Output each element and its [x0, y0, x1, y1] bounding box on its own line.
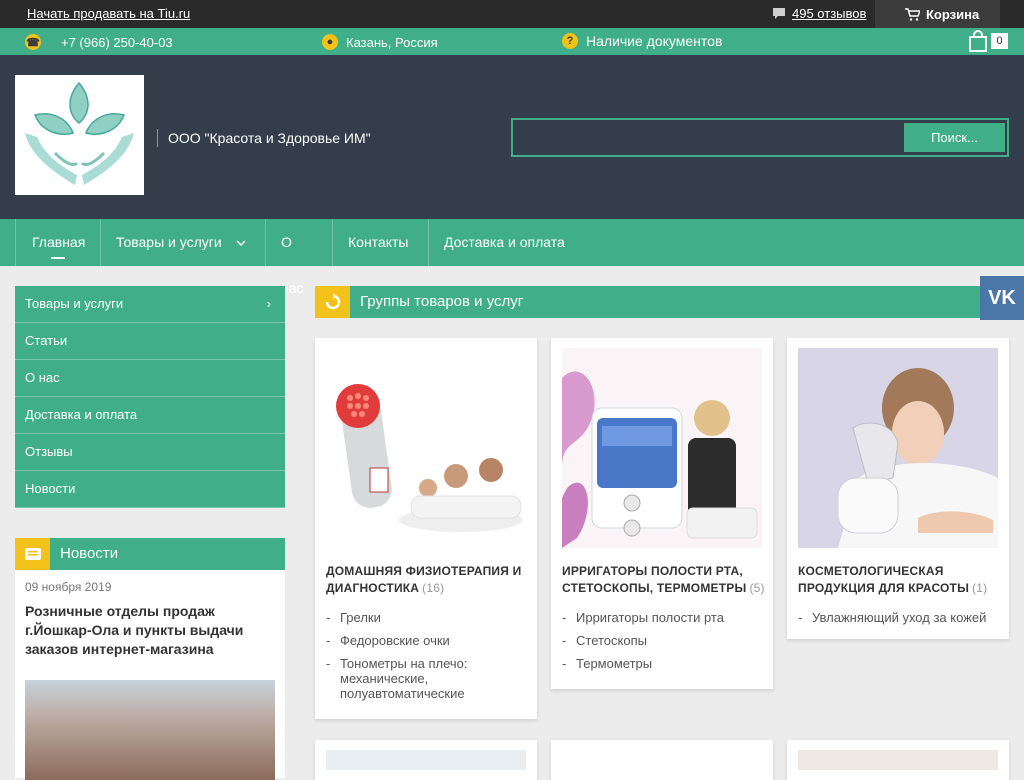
- documents-item[interactable]: ? Наличие документов: [562, 33, 722, 49]
- product-group-card[interactable]: [315, 740, 537, 780]
- company-logo[interactable]: [15, 75, 144, 195]
- vk-social-button[interactable]: VK: [980, 276, 1024, 320]
- product-group-image[interactable]: [798, 348, 998, 548]
- product-groups-header: Группы товаров и услуг: [315, 286, 980, 318]
- chevron-down-icon: [236, 240, 246, 247]
- nav-label-delivery: Доставка и оплата: [444, 234, 565, 250]
- product-group-card[interactable]: [551, 740, 773, 780]
- nav-label-products: Товары и услуги: [116, 234, 222, 250]
- location-icon: ●: [322, 34, 338, 50]
- question-icon: ?: [562, 33, 578, 49]
- sidebar-item-products[interactable]: Товары и услуги ›: [15, 286, 285, 323]
- newspaper-icon: [15, 538, 50, 570]
- subgroup-link[interactable]: Грелки: [326, 610, 526, 625]
- subgroup-link[interactable]: Федоровские очки: [326, 633, 526, 648]
- news-widget: Новости 09 ноября 2019 Розничные отделы …: [15, 538, 285, 780]
- nav-item-about[interactable]: О нас: [265, 219, 333, 296]
- product-group-title-link[interactable]: Домашняя физиотерапия и диагностика (16): [326, 563, 531, 597]
- vk-icon: VK: [988, 286, 1016, 309]
- product-group-image[interactable]: [562, 348, 762, 548]
- sidebar-item-label: Доставка и оплата: [25, 407, 138, 422]
- subgroup-list: Ирригаторы полости рта Стетоскопы Термом…: [562, 610, 762, 679]
- subgroup-list: Грелки Федоровские очки Тонометры на пле…: [326, 610, 526, 709]
- cart-label: Корзина: [926, 6, 980, 22]
- reviews-link[interactable]: 495 отзывов: [772, 6, 866, 21]
- nav-item-products[interactable]: Товары и услуги: [100, 219, 266, 266]
- arrow-circle-icon: [315, 286, 350, 318]
- product-group-image[interactable]: [326, 750, 526, 770]
- phone-number: +7 (966) 250-40-03: [61, 34, 173, 50]
- product-group-card[interactable]: Домашняя физиотерапия и диагностика (16) …: [315, 338, 537, 719]
- group-count: (1): [972, 581, 988, 595]
- group-title-text: Ирригаторы полости рта, стетоскопы, терм…: [562, 564, 747, 595]
- cart-count-badge: 0: [991, 33, 1008, 49]
- sidebar-item-news[interactable]: Новости: [15, 471, 285, 508]
- comment-icon: [773, 7, 785, 19]
- main-nav: Главная Товары и услуги О нас Контакты Д…: [0, 219, 1024, 296]
- cart-icon: [905, 7, 920, 21]
- group-count: (16): [422, 581, 445, 595]
- sidebar-item-reviews[interactable]: Отзывы: [15, 434, 285, 471]
- nav-item-contacts[interactable]: Контакты: [332, 219, 429, 266]
- shopping-bag-icon[interactable]: [968, 30, 988, 52]
- start-selling-link[interactable]: Начать продавать на Tiu.ru: [27, 6, 190, 21]
- subgroup-link[interactable]: Стетоскопы: [562, 633, 762, 648]
- site-header: ООО "Красота и Здоровье ИМ" Поиск...: [0, 55, 1024, 219]
- product-group-image[interactable]: [326, 348, 526, 548]
- cart-button[interactable]: Корзина: [875, 0, 1000, 28]
- documents-label: Наличие документов: [586, 33, 723, 49]
- nav-label-contacts: Контакты: [348, 234, 409, 250]
- city-label: Казань, Россия: [346, 34, 438, 50]
- news-date: 09 ноября 2019: [25, 580, 112, 594]
- info-bar: ☎ +7 (966) 250-40-03 ● Казань, Россия ? …: [0, 28, 1024, 55]
- subgroup-link[interactable]: Ирригаторы полости рта: [562, 610, 762, 625]
- hands-leaves-logo-icon: [25, 81, 134, 185]
- company-name[interactable]: ООО "Красота и Здоровье ИМ": [157, 129, 371, 147]
- product-group-title-link[interactable]: Косметологическая продукция для красоты(…: [798, 563, 1003, 597]
- search-form: Поиск...: [511, 118, 1009, 157]
- news-header: Новости: [15, 538, 285, 570]
- product-group-card[interactable]: Ирригаторы полости рта, стетоскопы, терм…: [551, 338, 773, 689]
- sidebar-item-articles[interactable]: Статьи: [15, 323, 285, 360]
- sidebar-item-delivery[interactable]: Доставка и оплата: [15, 397, 285, 434]
- sidebar-menu: Товары и услуги › Статьи О нас Доставка …: [15, 286, 285, 508]
- sidebar-item-label: Статьи: [25, 333, 68, 348]
- sidebar-item-label: Товары и услуги: [25, 296, 124, 311]
- subgroup-link[interactable]: Тонометры на плечо: механические, полуав…: [326, 656, 526, 701]
- news-header-label: Новости: [60, 545, 119, 562]
- product-group-image[interactable]: [798, 750, 998, 770]
- phone-item[interactable]: ☎ +7 (966) 250-40-03: [25, 34, 173, 50]
- nav-label-home: Главная: [32, 234, 86, 250]
- sidebar-item-label: О нас: [25, 370, 60, 385]
- subgroup-link[interactable]: Термометры: [562, 656, 762, 671]
- group-title-text: Косметологическая продукция для красоты: [798, 564, 970, 595]
- subgroup-link[interactable]: Увлажняющий уход за кожей: [798, 610, 998, 625]
- sidebar-item-about[interactable]: О нас: [15, 360, 285, 397]
- product-group-card[interactable]: Косметологическая продукция для красоты(…: [787, 338, 1009, 639]
- news-title-link[interactable]: Розничные отделы продаж г.Йошкар-Ола и п…: [25, 602, 275, 659]
- top-bar: Начать продавать на Tiu.ru 495 отзывов К…: [0, 0, 1024, 28]
- city-item: ● Казань, Россия: [322, 34, 438, 50]
- subgroup-list: Увлажняющий уход за кожей: [798, 610, 998, 633]
- news-image[interactable]: [25, 680, 275, 780]
- nav-item-delivery[interactable]: Доставка и оплата: [428, 219, 583, 266]
- product-group-card[interactable]: [787, 740, 1009, 780]
- product-group-title-link[interactable]: Ирригаторы полости рта, стетоскопы, терм…: [562, 563, 767, 597]
- phone-icon: ☎: [25, 34, 41, 50]
- sidebar-item-label: Новости: [25, 481, 76, 496]
- product-groups-title: Группы товаров и услуг: [360, 293, 524, 310]
- search-input[interactable]: [517, 124, 902, 151]
- active-indicator: [51, 257, 65, 259]
- search-button[interactable]: Поиск...: [904, 123, 1005, 152]
- chevron-right-icon: ›: [266, 296, 271, 311]
- sidebar-item-label: Отзывы: [25, 444, 73, 459]
- reviews-count: 495 отзывов: [792, 6, 867, 21]
- group-count: (5): [749, 581, 765, 595]
